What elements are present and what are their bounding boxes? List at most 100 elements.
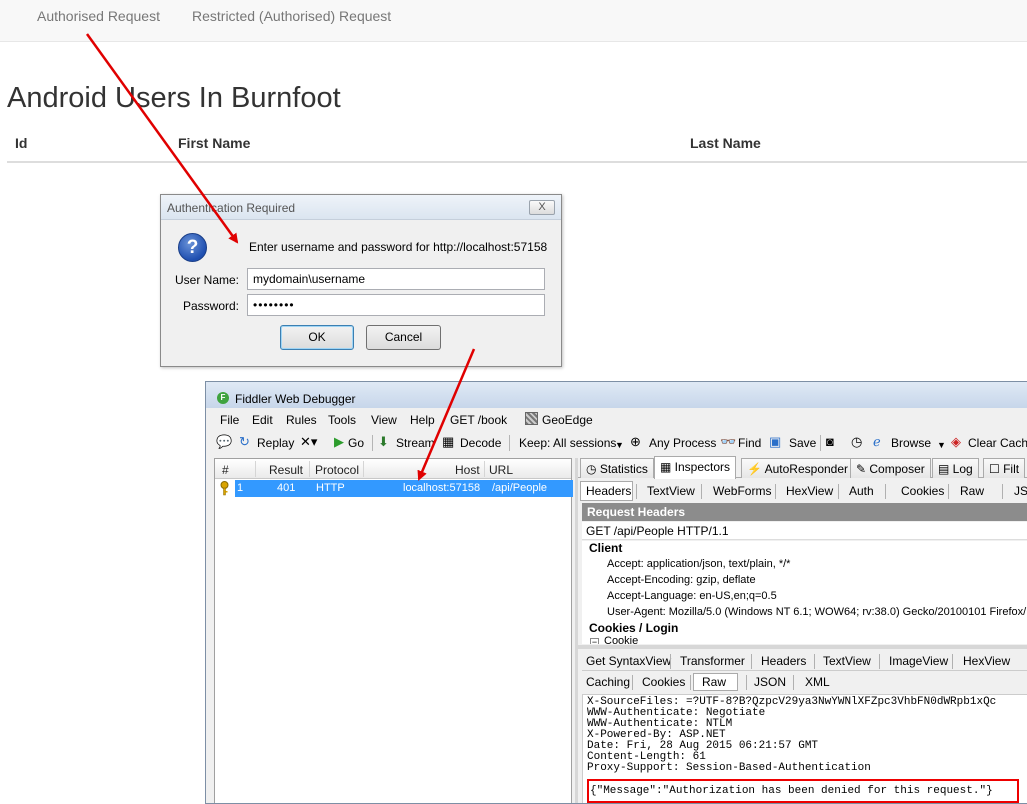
stream-button[interactable]: Stream [396,436,435,450]
fiddler-window: F Fiddler Web Debugger File Edit Rules T… [205,381,1027,804]
tab-transformer[interactable]: Transformer [680,654,745,668]
ok-button[interactable]: OK [280,325,354,350]
header-user-agent[interactable]: User-Agent: Mozilla/5.0 (Windows NT 6.1;… [607,606,1026,618]
horizontal-splitter[interactable] [578,645,1027,649]
column-header-host[interactable]: Host [455,463,480,477]
keep-sessions-dropdown[interactable]: Keep: All sessions [519,436,616,450]
header-accept-language[interactable]: Accept-Language: en-US,en;q=0.5 [607,590,777,602]
go-icon: ▶ [334,434,344,449]
remove-icon[interactable]: ✕▾ [300,435,317,449]
group-cookies-login[interactable]: Cookies / Login [589,621,678,635]
column-header-number[interactable]: # [222,463,229,477]
tab-response-xml[interactable]: XML [805,675,830,689]
tab-label: Composer [869,462,925,476]
menu-geoedge[interactable]: GeoEdge [542,413,593,427]
timer-icon[interactable]: ◷ [851,435,862,449]
table-divider [7,161,1027,163]
column-header-id: Id [15,135,28,151]
tab-response-raw[interactable]: Raw [702,675,726,689]
tab-statistics[interactable]: ◷ Statistics [580,458,654,478]
column-header-protocol[interactable]: Protocol [315,463,359,477]
menu-view[interactable]: View [371,413,397,427]
menu-edit[interactable]: Edit [252,413,273,427]
tab-composer[interactable]: ✎ Composer [850,458,931,478]
nav-link-restricted-request[interactable]: Restricted (Authorised) Request [192,8,391,24]
tab-response-json[interactable]: JSON [754,675,786,689]
save-icon: ▣ [769,434,782,449]
tab-label: AutoResponder [764,462,849,476]
dialog-prompt: Enter username and password for http://l… [249,240,548,254]
find-button[interactable]: Find [738,436,761,450]
go-button[interactable]: Go [348,436,364,450]
dialog-close-button[interactable]: X [529,200,555,215]
chevron-down-icon: ▼ [615,440,624,450]
menu-file[interactable]: File [220,413,239,427]
save-button[interactable]: Save [789,436,816,450]
clear-cache-icon: ◈ [951,434,961,449]
username-label: User Name: [174,273,239,287]
tab-filters[interactable]: ☐ Filt [983,458,1026,478]
tab-autoresponder[interactable]: ⚡ AutoResponder [741,458,855,478]
replay-button[interactable]: Replay [257,436,294,450]
group-client[interactable]: Client [589,541,622,555]
menu-rules[interactable]: Rules [286,413,317,427]
tab-hexview[interactable]: HexView [786,484,833,498]
tab-inspectors[interactable]: ▦ Inspectors [654,456,737,479]
cancel-button[interactable]: Cancel [366,325,441,350]
session-row[interactable]: 1 401 HTTP localhost:57158 /api/People [215,480,573,497]
tab-headers[interactable]: Headers [586,484,631,498]
tab-response-cookies[interactable]: Cookies [642,675,685,689]
toolbar-separator [509,435,510,451]
header-cookie[interactable]: Cookie [604,635,638,644]
any-process-button[interactable]: Any Process [649,436,716,450]
toolbar-separator [372,435,373,451]
comment-icon[interactable]: 💬 [216,435,232,449]
menu-get-book[interactable]: GET /book [450,413,507,427]
fiddler-titlebar: F Fiddler Web Debugger [206,382,1027,408]
session-protocol: HTTP [316,482,345,494]
column-header-last-name: Last Name [690,135,761,151]
nav-link-authorised-request[interactable]: Authorised Request [37,8,160,24]
browser-icon: ℯ [873,434,881,449]
password-label: Password: [182,299,239,313]
tab-response-textview[interactable]: TextView [823,654,871,668]
column-header-result[interactable]: Result [269,463,303,477]
response-body: {"Message":"Authorization has been denie… [590,785,993,797]
request-line: GET /api/People HTTP/1.1 [582,522,1027,540]
collapse-icon[interactable]: − [590,638,599,644]
tab-webforms[interactable]: WebForms [713,484,771,498]
inspector-pane: ◷ Statistics ▦ Inspectors ⚡ AutoResponde… [578,456,1027,803]
fiddler-logo-icon: F [217,392,229,404]
browse-button[interactable]: Browse [891,436,931,450]
menu-tools[interactable]: Tools [328,413,356,427]
tab-textview[interactable]: TextView [647,484,695,498]
session-result: 401 [277,482,296,494]
clear-cache-button[interactable]: Clear Cach [968,436,1027,450]
main-tabs: ◷ Statistics ▦ Inspectors ⚡ AutoResponde… [578,456,1027,479]
menu-help[interactable]: Help [410,413,435,427]
tab-response-hexview[interactable]: HexView [963,654,1010,668]
tab-caching[interactable]: Caching [586,675,630,689]
camera-icon[interactable]: ◙ [826,435,834,449]
password-field[interactable]: •••••••• [247,294,545,316]
tab-json[interactable]: JS [1014,484,1027,498]
response-raw-view[interactable]: X-SourceFiles: =?UTF-8?B?QzpcV29ya3NwYWN… [582,694,1027,803]
tab-cookies[interactable]: Cookies [901,484,944,498]
header-accept[interactable]: Accept: application/json, text/plain, */… [607,558,790,570]
column-header-url[interactable]: URL [489,463,513,477]
stream-icon: ⬇ [378,434,389,449]
tab-auth[interactable]: Auth [849,484,874,498]
tab-get-syntaxview[interactable]: Get SyntaxView [586,654,671,668]
tab-raw[interactable]: Raw [960,484,984,498]
header-accept-encoding[interactable]: Accept-Encoding: gzip, deflate [607,574,756,586]
username-field[interactable] [247,268,545,290]
tab-log[interactable]: ▤ Log [932,458,979,478]
key-icon [220,481,229,496]
decode-button[interactable]: Decode [460,436,501,450]
tab-imageview[interactable]: ImageView [889,654,948,668]
tab-response-headers[interactable]: Headers [761,654,806,668]
session-number: 1 [237,482,244,494]
response-line: Proxy-Support: Session-Based-Authenticat… [587,762,871,774]
top-navbar: Authorised Request Restricted (Authorise… [0,0,1027,42]
chevron-down-icon: ▼ [937,440,946,450]
